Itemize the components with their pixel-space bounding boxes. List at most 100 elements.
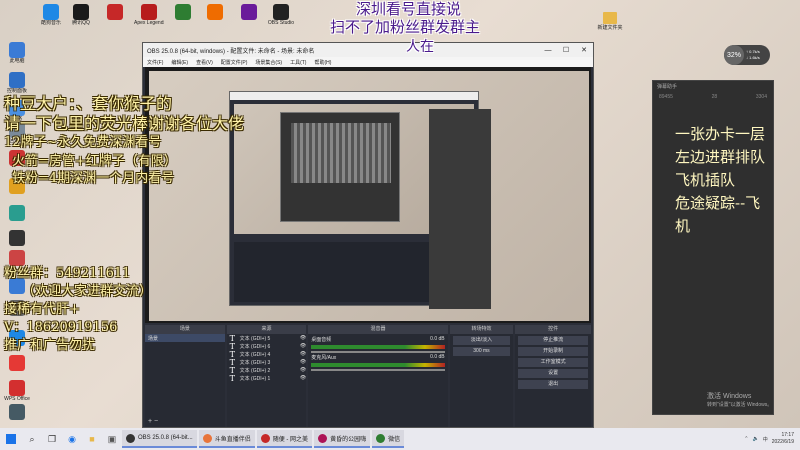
desktop-icon[interactable] bbox=[2, 355, 32, 371]
desktop-icon[interactable]: 酷狗音乐 bbox=[36, 4, 66, 26]
search-icon[interactable]: ⌕ bbox=[22, 428, 42, 450]
transition-duration[interactable]: 300 ms bbox=[452, 347, 511, 356]
nested-danmaku-panel bbox=[429, 109, 491, 309]
control-button[interactable]: 停止推流 bbox=[518, 336, 588, 345]
desktop-icon[interactable]: WPS Office bbox=[2, 380, 32, 402]
mixer-dock-title: 混音器 bbox=[308, 325, 448, 334]
visibility-icon[interactable]: 👁 bbox=[300, 335, 306, 341]
task-view-icon[interactable]: ❐ bbox=[42, 428, 62, 450]
close-button[interactable]: ✕ bbox=[575, 46, 593, 54]
volume-meter bbox=[311, 363, 445, 367]
transition-select[interactable]: 淡出/淡入 bbox=[452, 336, 511, 345]
taskbar-app[interactable]: 随便 - 网之美 bbox=[256, 430, 313, 448]
obs-menu-item[interactable]: 场景集合(S) bbox=[251, 59, 286, 66]
obs-titlebar[interactable]: OBS 25.0.8 (64-bit, windows) - 配置文件: 未命名… bbox=[143, 43, 593, 57]
source-item[interactable]: T 文本 (GDI+) 2 👁 bbox=[227, 366, 307, 375]
taskbar-app[interactable]: 微信 bbox=[372, 430, 405, 448]
remove-scene-button[interactable]: − bbox=[154, 418, 158, 425]
panel-stat: 28 bbox=[711, 94, 718, 100]
store-icon[interactable]: ▣ bbox=[102, 428, 122, 450]
input-language[interactable]: 中 bbox=[763, 436, 768, 443]
desktop-icon[interactable] bbox=[2, 205, 32, 221]
obs-title-text: OBS 25.0.8 (64-bit, windows) - 配置文件: 未命名… bbox=[147, 48, 315, 55]
control-button[interactable]: 设置 bbox=[518, 369, 588, 378]
obs-window[interactable]: OBS 25.0.8 (64-bit, windows) - 配置文件: 未命名… bbox=[142, 42, 594, 428]
danmaku-panel[interactable]: 弹幕助手 89455 28 3304 一张办卡一层 左边进群排队 飞机插队 危途疑踪… bbox=[652, 80, 774, 415]
app-icon bbox=[273, 4, 289, 20]
app-icon bbox=[241, 4, 257, 20]
desktop-icon[interactable] bbox=[2, 230, 32, 246]
visibility-icon[interactable]: 👁 bbox=[300, 343, 306, 349]
tray-chevron-icon[interactable]: ⌃ bbox=[744, 436, 748, 442]
desktop-icon[interactable] bbox=[100, 4, 130, 20]
controls-dock: 控件 停止推流 开始录制 工作室模式 设置 退出 bbox=[515, 325, 591, 427]
taskbar-app[interactable]: 斗鱼直播伴侣 bbox=[198, 430, 255, 448]
source-item[interactable]: T 文本 (GDI+) 6 👁 bbox=[227, 342, 307, 351]
mixer-channel: 桌面音频 0.0 dB bbox=[308, 334, 447, 353]
obs-menu-item[interactable]: 查看(V) bbox=[192, 59, 217, 66]
desktop-icon[interactable] bbox=[2, 404, 32, 420]
visibility-icon[interactable]: 👁 bbox=[300, 351, 306, 357]
desktop-icon[interactable] bbox=[168, 4, 198, 20]
transitions-dock-title: 转场特效 bbox=[449, 325, 514, 334]
desktop-icon[interactable] bbox=[200, 4, 230, 20]
taskbar-app-icon bbox=[126, 433, 135, 443]
overlay-left-6: 粉丝群：549211611 bbox=[4, 266, 131, 281]
control-button[interactable]: 退出 bbox=[518, 380, 588, 389]
source-item[interactable]: T 文本 (GDI+) 4 👁 bbox=[227, 350, 307, 359]
mixer-channel-name: 桌面音频 bbox=[311, 337, 332, 343]
visibility-icon[interactable]: 👁 bbox=[300, 375, 306, 381]
app-icon bbox=[9, 355, 25, 371]
visibility-icon[interactable]: 👁 bbox=[300, 359, 306, 365]
sources-dock: 来源 T 文本 (GDI+) 5 👁 T 文本 (GDI+) 6 👁 T 文本 (GDI+) … bbox=[226, 325, 307, 427]
file-explorer-icon[interactable]: ■ bbox=[82, 428, 102, 450]
desktop-icon[interactable]: OBS Studio bbox=[266, 4, 296, 26]
desktop-icon[interactable] bbox=[234, 4, 264, 20]
obs-menu-item[interactable]: 帮助(H) bbox=[310, 59, 335, 66]
taskbar-app-icon bbox=[318, 433, 328, 443]
obs-menu-item[interactable]: 文件(F) bbox=[143, 59, 167, 66]
desktop-icon-label: 腾讯QQ bbox=[72, 20, 90, 26]
source-item[interactable]: T 文本 (GDI+) 5 👁 bbox=[227, 334, 307, 343]
scene-item[interactable]: 场景 bbox=[145, 334, 225, 342]
panel-msg-2: 左边进群排队 bbox=[675, 148, 766, 166]
transitions-dock: 转场特效 淡出/淡入 300 ms bbox=[449, 325, 514, 427]
mixer-channel: 麦克风/Aux 0.0 dB bbox=[308, 352, 447, 371]
source-item-label: 文本 (GDI+) 4 bbox=[239, 351, 271, 358]
desktop-folder[interactable]: 新建文件夹 bbox=[590, 12, 630, 31]
taskbar-app-icon bbox=[202, 433, 212, 443]
app-icon bbox=[9, 42, 25, 58]
scenes-dock-title: 场景 bbox=[145, 325, 225, 334]
desktop-icon[interactable]: 腾讯QQ bbox=[66, 4, 96, 26]
volume-slider[interactable] bbox=[311, 369, 445, 371]
add-scene-button[interactable]: + bbox=[148, 418, 152, 425]
taskbar-app-icon bbox=[376, 433, 386, 443]
taskbar-app-icon bbox=[260, 433, 270, 443]
start-button[interactable] bbox=[0, 428, 22, 450]
desktop-icon-label: Apex Legends bbox=[134, 20, 164, 26]
taskbar-app[interactable]: OBS 25.0.8 (64-bit... bbox=[122, 430, 197, 448]
app-icon bbox=[9, 72, 25, 88]
clock[interactable]: 17:17 2022/6/19 bbox=[772, 432, 794, 446]
obs-menu-item[interactable]: 编辑(E) bbox=[167, 59, 192, 66]
maximize-button[interactable]: ☐ bbox=[557, 46, 575, 54]
taskbar-app[interactable]: 黄昏的公园嗨 bbox=[314, 430, 371, 448]
visibility-icon[interactable]: 👁 bbox=[300, 367, 306, 373]
obs-menu-item[interactable]: 配置文件(P) bbox=[217, 59, 252, 66]
control-button[interactable]: 开始录制 bbox=[518, 347, 588, 356]
minimize-button[interactable]: — bbox=[539, 47, 557, 54]
obs-preview[interactable] bbox=[145, 67, 591, 323]
obs-menu-item[interactable]: 工具(T) bbox=[286, 59, 310, 66]
source-item[interactable]: T 文本 (GDI+) 3 👁 bbox=[227, 358, 307, 367]
source-item[interactable]: T 文本 (GDI+) 1 👁 bbox=[227, 374, 307, 383]
volume-icon[interactable]: 🔈 bbox=[753, 436, 759, 442]
obs-menubar: 文件(F) 编辑(E) 查看(V) 配置文件(P) 场景集合(S) 工具(T) 帮助(H) bbox=[143, 57, 593, 67]
app-icon bbox=[43, 4, 59, 20]
desktop-icon[interactable]: Apex Legends bbox=[134, 4, 164, 26]
desktop: 此电脑 控制面板 网络 回收站 WPS Office 酷狗音乐 腾讯QQ Apex Lege… bbox=[0, 0, 800, 428]
network-widget[interactable]: 32% ↑ 0.7k/s ↓ 1.6k/s bbox=[724, 45, 770, 65]
edge-icon[interactable]: ◉ bbox=[62, 428, 82, 450]
control-button[interactable]: 工作室模式 bbox=[518, 358, 588, 367]
panel-msg-1: 一张办卡一层 bbox=[675, 125, 766, 143]
desktop-icon[interactable]: 此电脑 bbox=[2, 42, 32, 64]
